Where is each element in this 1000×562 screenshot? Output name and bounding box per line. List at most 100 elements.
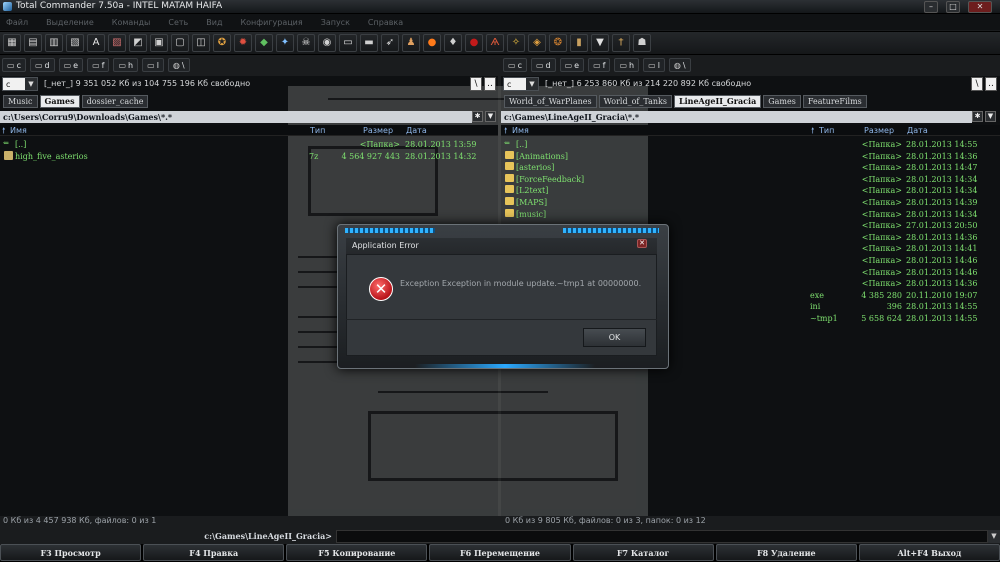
left-col-size[interactable]: Размер	[363, 125, 393, 136]
sort-ext-icon[interactable]: ▨	[108, 34, 126, 52]
full-view-icon[interactable]: ▥	[45, 34, 63, 52]
file-row[interactable]: [Animations] <Папка> 28.01.2013 14:36	[501, 150, 1000, 163]
file-row[interactable]: [MAPS] <Папка> 28.01.2013 14:39	[501, 197, 1000, 209]
right-history-button[interactable]: ✱	[972, 111, 983, 122]
game-icon-3[interactable]: ◆	[255, 34, 273, 52]
bird-icon[interactable]: ➶	[381, 34, 399, 52]
menu-item[interactable]: Вид	[206, 18, 222, 27]
tab-world-of-tanks[interactable]: World_of_Tanks	[598, 95, 672, 108]
left-history-button[interactable]: ✱	[472, 111, 483, 122]
drive-button[interactable]: ▭ d	[29, 58, 55, 72]
file-row[interactable]: [asterios] <Папка> 28.01.2013 14:47	[501, 162, 1000, 174]
left-drive-combo[interactable]: c ▼	[2, 77, 38, 91]
drive-button[interactable]: ▭ c	[2, 58, 26, 72]
right-col-date[interactable]: Дата	[907, 125, 928, 136]
drive-button[interactable]: ▭ e	[58, 58, 84, 72]
tab-games[interactable]: Games	[39, 95, 80, 108]
left-col-name[interactable]: Имя	[10, 125, 27, 136]
maximize-button[interactable]: □	[946, 1, 960, 13]
tab-lineageii-gracia[interactable]: LineAgeII_Gracia	[673, 95, 762, 108]
disc-icon[interactable]: ◉	[318, 34, 336, 52]
person-icon[interactable]: ♟	[402, 34, 420, 52]
fkey-f7[interactable]: F7 Каталог	[572, 544, 714, 561]
spark-icon[interactable]: ✦	[276, 34, 294, 52]
drop-icon[interactable]: ♦	[444, 34, 462, 52]
fkey-f8[interactable]: F8 Удаление	[715, 544, 857, 561]
right-drive-combo[interactable]: c ▼	[503, 77, 539, 91]
command-line-input[interactable]	[336, 530, 988, 543]
unpack-icon[interactable]: ▢	[171, 34, 189, 52]
rune-icon[interactable]: Ѧ	[486, 34, 504, 52]
drive-button[interactable]: ▭ e	[559, 58, 585, 72]
tab-featurefilms[interactable]: FeatureFilms	[802, 95, 867, 108]
game-icon-1[interactable]: ✪	[213, 34, 231, 52]
compare-icon[interactable]: ◫	[192, 34, 210, 52]
dialog-close-button[interactable]: ✕	[637, 239, 647, 248]
flame-icon[interactable]: ●	[423, 34, 441, 52]
window-icon[interactable]: ▬	[360, 34, 378, 52]
right-path[interactable]: c:\Games\LineAgeII_Gracia\*.*	[501, 111, 972, 123]
menu-item[interactable]: Выделение	[46, 18, 94, 27]
skull-icon[interactable]: ☠	[297, 34, 315, 52]
tab-dossier-cache[interactable]: dossier_cache	[81, 95, 149, 108]
menu-item[interactable]: Запуск	[321, 18, 350, 27]
fkey-f4[interactable]: F4 Правка	[143, 544, 285, 561]
fkey-f3[interactable]: F3 Просмотр	[0, 544, 142, 561]
left-root-button[interactable]: \	[470, 77, 482, 91]
left-up-button[interactable]: ..	[484, 77, 496, 91]
right-up-button[interactable]: ..	[985, 77, 997, 91]
file-row[interactable]: [ForceFeedback] <Папка> 28.01.2013 14:34	[501, 173, 1000, 186]
monitor-icon[interactable]: ▭	[339, 34, 357, 52]
pack-icon[interactable]: ▣	[150, 34, 168, 52]
cup-icon[interactable]: ▼	[591, 34, 609, 52]
close-button[interactable]: ✕	[968, 1, 992, 13]
menu-item[interactable]: Файл	[6, 18, 28, 27]
chevron-down-icon[interactable]: ▼	[988, 530, 1000, 543]
menu-item[interactable]: Конфигурация	[240, 18, 302, 27]
tab-music[interactable]: Music	[3, 95, 38, 108]
minimize-button[interactable]: –	[924, 1, 938, 13]
sword-icon[interactable]: †	[612, 34, 630, 52]
refresh-icon[interactable]: ▦	[3, 34, 21, 52]
tab-games[interactable]: Games	[763, 95, 801, 108]
menu-item[interactable]: Сеть	[168, 18, 188, 27]
ok-button[interactable]: OK	[583, 328, 646, 347]
tab-world-of-warplanes[interactable]: World_of_WarPlanes	[504, 95, 597, 108]
game-icon-2[interactable]: ✹	[234, 34, 252, 52]
right-col-name[interactable]: Имя	[512, 125, 529, 136]
right-col-type[interactable]: Тип	[819, 125, 834, 136]
tree-icon[interactable]: ▧	[66, 34, 84, 52]
orb-icon[interactable]: ●	[465, 34, 483, 52]
file-row[interactable]: [L2text] <Папка> 28.01.2013 14:34	[501, 185, 1000, 197]
book-icon[interactable]: ▮	[570, 34, 588, 52]
drive-button[interactable]: ▭ l	[142, 58, 164, 72]
sort-name-icon[interactable]: A	[87, 34, 105, 52]
shield-icon[interactable]: ◈	[528, 34, 546, 52]
crest-icon[interactable]: ❂	[549, 34, 567, 52]
drive-button[interactable]: ▭ d	[530, 58, 556, 72]
star-icon[interactable]: ✧	[507, 34, 525, 52]
left-hotlist-button[interactable]: ▼	[485, 111, 496, 122]
file-row[interactable]: high_five_asterios 7z 4 564 927 443 28.01.2…	[0, 150, 498, 163]
drive-button[interactable]: ▭ l	[643, 58, 665, 72]
drive-button[interactable]: ▭ h	[113, 58, 139, 72]
drive-button[interactable]: ◍ \	[668, 58, 691, 72]
right-col-size[interactable]: Размер	[864, 125, 894, 136]
left-col-type[interactable]: Тип	[310, 125, 325, 136]
fkey-f6[interactable]: F6 Перемещение	[429, 544, 571, 561]
drive-button[interactable]: ▭ f	[588, 58, 611, 72]
left-col-date[interactable]: Дата	[406, 125, 427, 136]
drive-button[interactable]: ◍ \	[167, 58, 190, 72]
ghost-icon[interactable]: ☗	[633, 34, 651, 52]
right-hotlist-button[interactable]: ▼	[985, 111, 996, 122]
right-root-button[interactable]: \	[971, 77, 983, 91]
drive-button[interactable]: ▭ f	[87, 58, 110, 72]
menu-item[interactable]: Справка	[368, 18, 403, 27]
drive-button[interactable]: ▭ c	[503, 58, 527, 72]
left-path[interactable]: c:\Users\Corru9\Downloads\Games\*.*	[0, 111, 472, 123]
drive-button[interactable]: ▭ h	[614, 58, 640, 72]
brief-view-icon[interactable]: ▤	[24, 34, 42, 52]
fkey-f5[interactable]: F5 Копирование	[286, 544, 428, 561]
file-row[interactable]: ⇐ [..] <Папка> 28.01.2013 13:59	[0, 139, 498, 151]
file-row[interactable]: ⇐ [..] <Папка> 28.01.2013 14:55	[501, 139, 1000, 151]
